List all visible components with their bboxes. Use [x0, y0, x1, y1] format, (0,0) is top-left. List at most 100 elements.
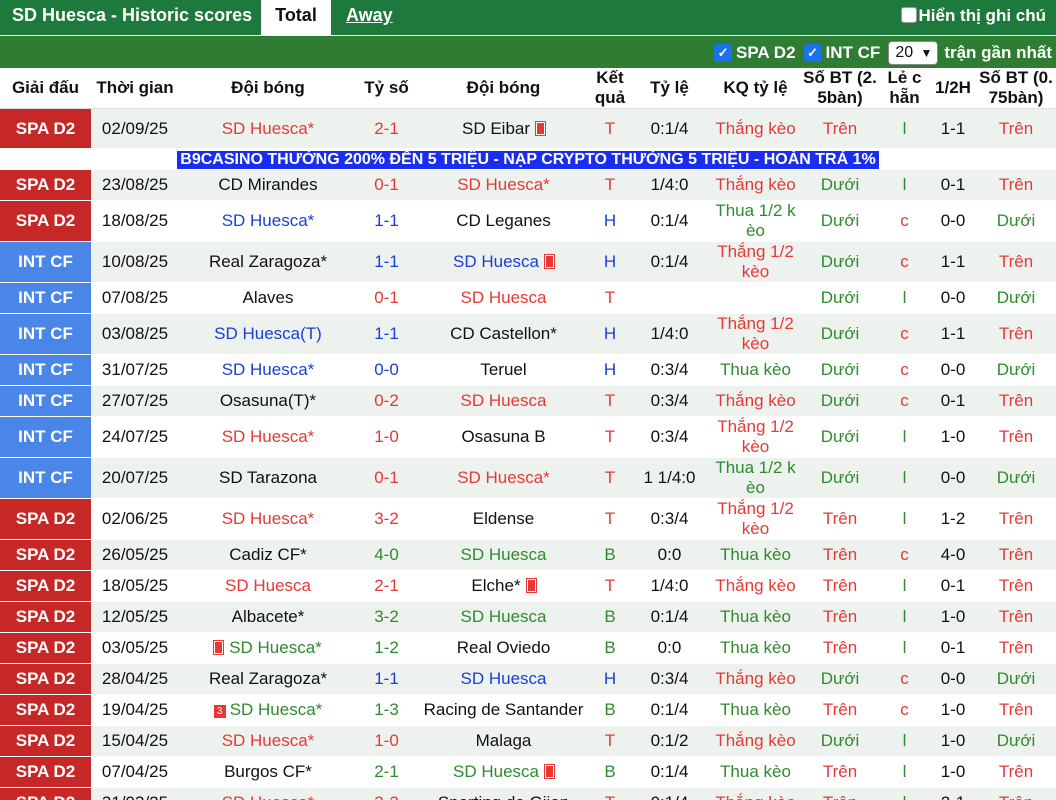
odd-even: l	[879, 108, 930, 149]
over-under-0-75: Trên	[976, 416, 1056, 458]
away-team-name[interactable]: Elche*	[471, 576, 520, 595]
table-row[interactable]: SPA D2 12/05/25 Albacete* 3-2 SD Huesca B 0:1/…	[0, 601, 1056, 633]
table-row[interactable]: SPA D2 03/05/25 SD Huesca* 1-2 Real Oviedo B 0…	[0, 632, 1056, 664]
competition-badge-text: SPA D2	[15, 211, 76, 230]
table-row[interactable]: SPA D2 18/08/25 SD Huesca* 1-1 CD Leganes H 0:…	[0, 200, 1056, 242]
tab-total[interactable]: Total	[261, 0, 331, 35]
home-team-name[interactable]: Real Zaragoza*	[209, 669, 327, 688]
over-under-2-5: Trên	[801, 787, 879, 800]
home-team-name[interactable]: SD Huesca*	[222, 360, 315, 379]
home-team-name[interactable]: SD Huesca(T)	[214, 324, 322, 343]
away-team-name[interactable]: Real Oviedo	[457, 638, 551, 657]
table-row[interactable]: INT CF 27/07/25 Osasuna(T)* 0-2 SD Huesca T 0:…	[0, 385, 1056, 417]
table-row[interactable]: SPA D2 02/09/25 SD Huesca* 2-1 SD Eibar T 0:1/…	[0, 108, 1056, 149]
over-under-2-5-text: Trên	[822, 118, 858, 138]
away-team: SD Huesca*	[416, 169, 591, 201]
over-under-0-75-text: Trên	[999, 793, 1033, 800]
away-team: SD Huesca	[416, 601, 591, 633]
promo-link[interactable]: B9CASINO THƯỞNG 200% ĐẾN 5 TRIỆU - NẠP C…	[177, 151, 879, 169]
home-team-name[interactable]: CD Mirandes	[218, 175, 317, 194]
home-team-name[interactable]: Alaves	[242, 288, 293, 307]
away-team-name[interactable]: SD Eibar	[462, 119, 530, 138]
home-team-name[interactable]: SD Tarazona	[219, 468, 317, 487]
filter-spa-d2[interactable]: ✓ SPA D2	[714, 43, 796, 63]
promo-banner[interactable]: B9CASINO THƯỞNG 200% ĐẾN 5 TRIỆU - NẠP C…	[0, 148, 1056, 170]
home-team-name[interactable]: SD Huesca*	[222, 731, 315, 750]
table-row[interactable]: SPA D2 02/06/25 SD Huesca* 3-2 Eldense T 0:3/4…	[0, 498, 1056, 540]
away-team-name[interactable]: SD Huesca	[461, 391, 547, 410]
away-team-name[interactable]: SD Huesca	[453, 762, 539, 781]
competition-badge-text: SPA D2	[15, 669, 76, 688]
table-row[interactable]: INT CF 07/08/25 Alaves 0-1 SD Huesca T Dưới l 0-…	[0, 282, 1056, 314]
home-team-name[interactable]: SD Huesca*	[222, 509, 315, 528]
odds-result: Thắng kèo	[710, 169, 801, 201]
away-team-name[interactable]: Sporting de Gijon	[438, 793, 569, 800]
odd-even: c	[879, 385, 930, 417]
odds-line: 0:1/4	[629, 241, 710, 283]
odds-result-text: Thắng 1/2 kèo	[717, 499, 794, 538]
home-team-name[interactable]: SD Huesca*	[230, 700, 323, 719]
half-time-score: 1-0	[930, 601, 976, 633]
home-team-name[interactable]: Burgos CF*	[224, 762, 312, 781]
match-date: 02/06/25	[91, 498, 179, 540]
away-team-name[interactable]: SD Huesca*	[457, 175, 550, 194]
table-row[interactable]: INT CF 03/08/25 SD Huesca(T) 1-1 CD Castello…	[0, 313, 1056, 355]
table-row[interactable]: INT CF 20/07/25 SD Tarazona 0-1 SD Huesca* T 1…	[0, 457, 1056, 499]
table-row[interactable]: SPA D2 31/03/25 SD Huesca* 3-2 Sporting de G…	[0, 787, 1056, 800]
table-row[interactable]: SPA D2 19/04/25 3 SD Huesca* 1-3 Racing de Sa…	[0, 694, 1056, 726]
match-score: 1-0	[357, 416, 416, 458]
match-result-text: H	[603, 211, 617, 230]
away-team-name[interactable]: CD Leganes	[456, 211, 551, 230]
match-result: H	[591, 663, 629, 695]
table-row[interactable]: INT CF 10/08/25 Real Zaragoza* 1-1 SD Huesca…	[0, 241, 1056, 283]
home-team-name[interactable]: Osasuna(T)*	[220, 391, 316, 410]
match-date: 19/04/25	[91, 694, 179, 726]
table-row[interactable]: SPA D2 07/04/25 Burgos CF* 2-1 SD Huesca B 0:1…	[0, 756, 1056, 788]
away-team-name[interactable]: Teruel	[480, 360, 526, 379]
home-team-name[interactable]: SD Huesca*	[222, 211, 315, 230]
away-team-name[interactable]: Racing de Santander	[424, 700, 584, 719]
table-row[interactable]: INT CF 31/07/25 SD Huesca* 0-0 Teruel H 0:3/4 T…	[0, 354, 1056, 386]
table-row[interactable]: INT CF 24/07/25 SD Huesca* 1-0 Osasuna B T 0:3…	[0, 416, 1056, 458]
show-notes-checkbox[interactable]	[900, 7, 917, 23]
home-team-name[interactable]: Albacete*	[232, 607, 305, 626]
filter-int-cf[interactable]: ✓ INT CF	[803, 43, 880, 63]
away-team-name[interactable]: SD Huesca	[461, 607, 547, 626]
home-team-name[interactable]: SD Huesca	[225, 576, 311, 595]
table-row[interactable]: SPA D2 23/08/25 CD Mirandes 0-1 SD Huesca* T 1…	[0, 169, 1056, 201]
recent-count-select[interactable]: 20 ▼	[888, 40, 939, 65]
table-row[interactable]: SPA D2 26/05/25 Cadiz CF* 4-0 SD Huesca B 0:0 T…	[0, 539, 1056, 571]
home-team-name[interactable]: SD Huesca*	[222, 427, 315, 446]
home-team-name[interactable]: SD Huesca*	[222, 793, 315, 800]
home-team-name[interactable]: SD Huesca*	[229, 638, 322, 657]
odd-even: c	[879, 663, 930, 695]
away-team-name[interactable]: Malaga	[476, 731, 532, 750]
away-team-name[interactable]: SD Huesca	[461, 545, 547, 564]
half-time-score-text: 1-0	[940, 427, 966, 446]
away-team-name[interactable]: CD Castellon*	[450, 324, 557, 343]
match-result: T	[591, 282, 629, 314]
away-team-name[interactable]: SD Huesca*	[457, 468, 550, 487]
away-team-name[interactable]: Osasuna B	[461, 427, 545, 446]
table-row[interactable]: SPA D2 18/05/25 SD Huesca 2-1 Elche* T 1/4:0 Th…	[0, 570, 1056, 602]
home-team-name[interactable]: Cadiz CF*	[229, 545, 306, 564]
checkbox-checked-icon[interactable]: ✓	[714, 43, 733, 62]
table-row[interactable]: SPA D2 28/04/25 Real Zaragoza* 1-1 SD Huesca…	[0, 663, 1056, 695]
away-team-name[interactable]: Eldense	[473, 509, 534, 528]
red-card-icon	[213, 640, 225, 655]
over-under-0-75-text: Trên	[998, 576, 1034, 595]
over-under-0-75: Trên	[976, 694, 1056, 726]
home-team-name[interactable]: Real Zaragoza*	[209, 252, 327, 271]
tab-away[interactable]: Away	[346, 0, 393, 35]
table-row[interactable]: SPA D2 15/04/25 SD Huesca* 1-0 Malaga T 0:1/2 T…	[0, 725, 1056, 757]
show-notes-toggle[interactable]: Hiển thị ghi chú	[900, 0, 1046, 35]
over-under-2-5-text: Trên	[823, 793, 857, 800]
checkbox-checked-icon[interactable]: ✓	[803, 43, 822, 62]
odd-even-text: l	[902, 607, 907, 626]
away-team-name[interactable]: SD Huesca	[461, 669, 547, 688]
home-team: SD Tarazona	[179, 457, 357, 499]
away-team-name[interactable]: SD Huesca	[453, 252, 539, 271]
away-team-name[interactable]: SD Huesca	[461, 288, 547, 307]
home-team-name[interactable]: SD Huesca*	[222, 119, 315, 138]
promo-banner-row[interactable]: B9CASINO THƯỞNG 200% ĐẾN 5 TRIỆU - NẠP C…	[0, 148, 1056, 170]
